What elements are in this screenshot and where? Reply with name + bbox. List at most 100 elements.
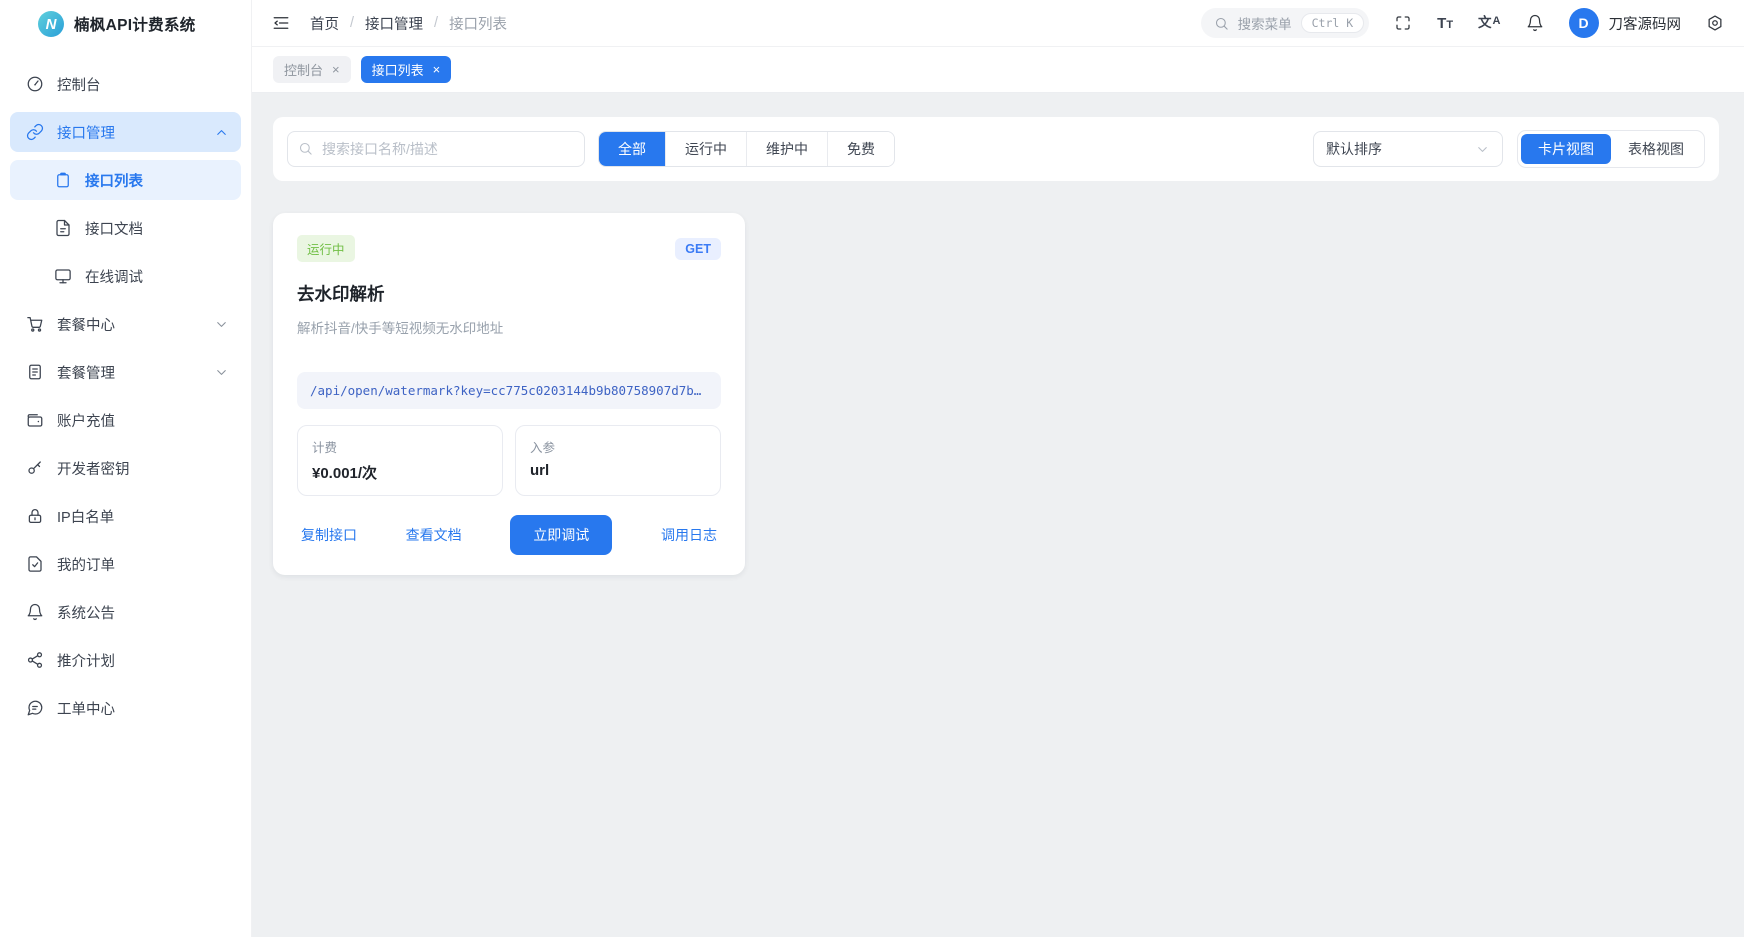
- user-menu[interactable]: D 刀客源码网: [1569, 8, 1682, 38]
- close-icon[interactable]: ×: [433, 63, 441, 76]
- filter-running[interactable]: 运行中: [665, 132, 746, 166]
- translate-cn-glyph: 文: [1478, 16, 1492, 30]
- chevron-down-icon: [1475, 142, 1490, 157]
- sidebar-item-referral[interactable]: 推介计划: [10, 640, 241, 680]
- call-logs-button[interactable]: 调用日志: [661, 525, 717, 545]
- package-manage-icon: [26, 363, 44, 381]
- sidebar-item-label: 工单中心: [57, 698, 115, 719]
- app-logo-icon: N: [38, 11, 64, 37]
- sidebar-item-label: 控制台: [57, 74, 101, 95]
- api-search-input[interactable]: [287, 131, 585, 167]
- api-description: 解析抖音/快手等短视频无水印地址: [297, 317, 721, 337]
- stat-value: ¥0.001/次: [312, 462, 488, 483]
- breadcrumb-separator: /: [350, 15, 354, 31]
- settings-icon[interactable]: [1706, 14, 1724, 32]
- sort-select[interactable]: 默认排序: [1313, 131, 1503, 167]
- fullscreen-icon[interactable]: [1394, 14, 1412, 32]
- translate-en-glyph: A: [1493, 16, 1501, 27]
- sidebar-item-label: 我的订单: [57, 554, 115, 575]
- sidebar-item-label: 接口列表: [85, 170, 143, 191]
- method-badge: GET: [675, 238, 721, 260]
- chevron-up-icon: [214, 125, 229, 140]
- sidebar-item-recharge[interactable]: 账户充值: [10, 400, 241, 440]
- debug-now-button[interactable]: 立即调试: [510, 515, 612, 555]
- sidebar-item-label: 在线调试: [85, 266, 143, 287]
- filter-free[interactable]: 免费: [827, 132, 894, 166]
- params-stat: 入参 url: [515, 425, 721, 496]
- content-area: 全部 运行中 维护中 免费 默认排序 卡片视图 表格视图 运行中: [252, 93, 1744, 937]
- app-title: 楠枫API计费系统: [74, 13, 196, 35]
- api-doc-icon: [54, 219, 72, 237]
- ticket-chat-icon: [26, 699, 44, 717]
- tab-label: 控制台: [284, 60, 323, 79]
- global-search-label: 搜索菜单: [1238, 13, 1292, 33]
- top-header: 首页 / 接口管理 / 接口列表 搜索菜单 Ctrl K TT 文A: [252, 0, 1744, 47]
- status-filter-group: 全部 运行中 维护中 免费: [598, 131, 895, 167]
- sidebar-item-label: IP白名单: [57, 506, 114, 527]
- copy-api-button[interactable]: 复制接口: [301, 525, 357, 545]
- avatar: D: [1569, 8, 1599, 38]
- app-logo-row: N 楠枫API计费系统: [0, 0, 251, 48]
- sidebar-item-online-debug[interactable]: 在线调试: [10, 256, 241, 296]
- breadcrumb-current: 接口列表: [449, 13, 507, 34]
- bell-icon[interactable]: [1526, 14, 1544, 32]
- billing-stat: 计费 ¥0.001/次: [297, 425, 503, 496]
- api-card: 运行中 GET 去水印解析 解析抖音/快手等短视频无水印地址 /api/open…: [273, 213, 745, 575]
- view-table-button[interactable]: 表格视图: [1611, 134, 1701, 164]
- sidebar-item-tickets[interactable]: 工单中心: [10, 688, 241, 728]
- online-debug-icon: [54, 267, 72, 285]
- api-endpoint[interactable]: /api/open/watermark?key=cc775c0203144b9b…: [297, 372, 721, 409]
- sidebar-item-api-list[interactable]: 接口列表: [10, 160, 241, 200]
- breadcrumb-home[interactable]: 首页: [310, 13, 339, 34]
- stat-label: 入参: [530, 437, 706, 456]
- search-shortcut-badge: Ctrl K: [1301, 13, 1365, 33]
- breadcrumb-separator: /: [434, 15, 438, 31]
- sidebar-item-label: 推介计划: [57, 650, 115, 671]
- api-link-icon: [26, 123, 44, 141]
- sidebar-item-developer-key[interactable]: 开发者密钥: [10, 448, 241, 488]
- api-list-icon: [54, 171, 72, 189]
- tab-dashboard[interactable]: 控制台 ×: [273, 56, 351, 83]
- sidebar-menu: 控制台 接口管理 接口列表 接口文档 在线调试 套餐中心 套餐管理: [0, 48, 251, 728]
- translate-icon[interactable]: 文A: [1478, 16, 1500, 30]
- breadcrumb-api-management[interactable]: 接口管理: [365, 13, 423, 34]
- status-badge: 运行中: [297, 235, 355, 262]
- sidebar-item-ip-whitelist[interactable]: IP白名单: [10, 496, 241, 536]
- sort-select-value: 默认排序: [1326, 139, 1382, 159]
- sidebar-item-label: 接口管理: [57, 122, 115, 143]
- sidebar-item-package-manage[interactable]: 套餐管理: [10, 352, 241, 392]
- sidebar-item-package-center[interactable]: 套餐中心: [10, 304, 241, 344]
- user-name: 刀客源码网: [1609, 13, 1682, 34]
- sidebar-item-api-docs[interactable]: 接口文档: [10, 208, 241, 248]
- sidebar-item-my-orders[interactable]: 我的订单: [10, 544, 241, 584]
- sidebar-item-label: 开发者密钥: [57, 458, 130, 479]
- filter-maintenance[interactable]: 维护中: [746, 132, 827, 166]
- order-icon: [26, 555, 44, 573]
- search-icon: [1214, 16, 1229, 31]
- view-card-button[interactable]: 卡片视图: [1521, 134, 1611, 164]
- lock-icon: [26, 507, 44, 525]
- view-toggle: 卡片视图 表格视图: [1517, 130, 1705, 168]
- tab-api-list[interactable]: 接口列表 ×: [361, 56, 452, 83]
- filter-all[interactable]: 全部: [599, 132, 665, 166]
- cart-icon: [26, 315, 44, 333]
- sidebar-item-dashboard[interactable]: 控制台: [10, 64, 241, 104]
- sidebar-item-label: 系统公告: [57, 602, 115, 623]
- view-docs-button[interactable]: 查看文档: [406, 525, 462, 545]
- close-icon[interactable]: ×: [332, 63, 340, 76]
- tab-label: 接口列表: [372, 60, 424, 79]
- chevron-down-icon: [214, 317, 229, 332]
- sidebar-item-api-management[interactable]: 接口管理: [10, 112, 241, 152]
- search-icon: [298, 141, 313, 161]
- api-title: 去水印解析: [297, 281, 721, 306]
- key-icon: [26, 459, 44, 477]
- sidebar-item-announcements[interactable]: 系统公告: [10, 592, 241, 632]
- global-search[interactable]: 搜索菜单 Ctrl K: [1201, 8, 1370, 38]
- sidebar-item-label: 套餐管理: [57, 362, 115, 383]
- sidebar-item-label: 账户充值: [57, 410, 115, 431]
- sidebar-collapse-icon[interactable]: [272, 14, 290, 32]
- stat-value: url: [530, 462, 706, 479]
- share-icon: [26, 651, 44, 669]
- main-area: 首页 / 接口管理 / 接口列表 搜索菜单 Ctrl K TT 文A: [252, 0, 1744, 937]
- text-size-icon[interactable]: TT: [1437, 16, 1453, 31]
